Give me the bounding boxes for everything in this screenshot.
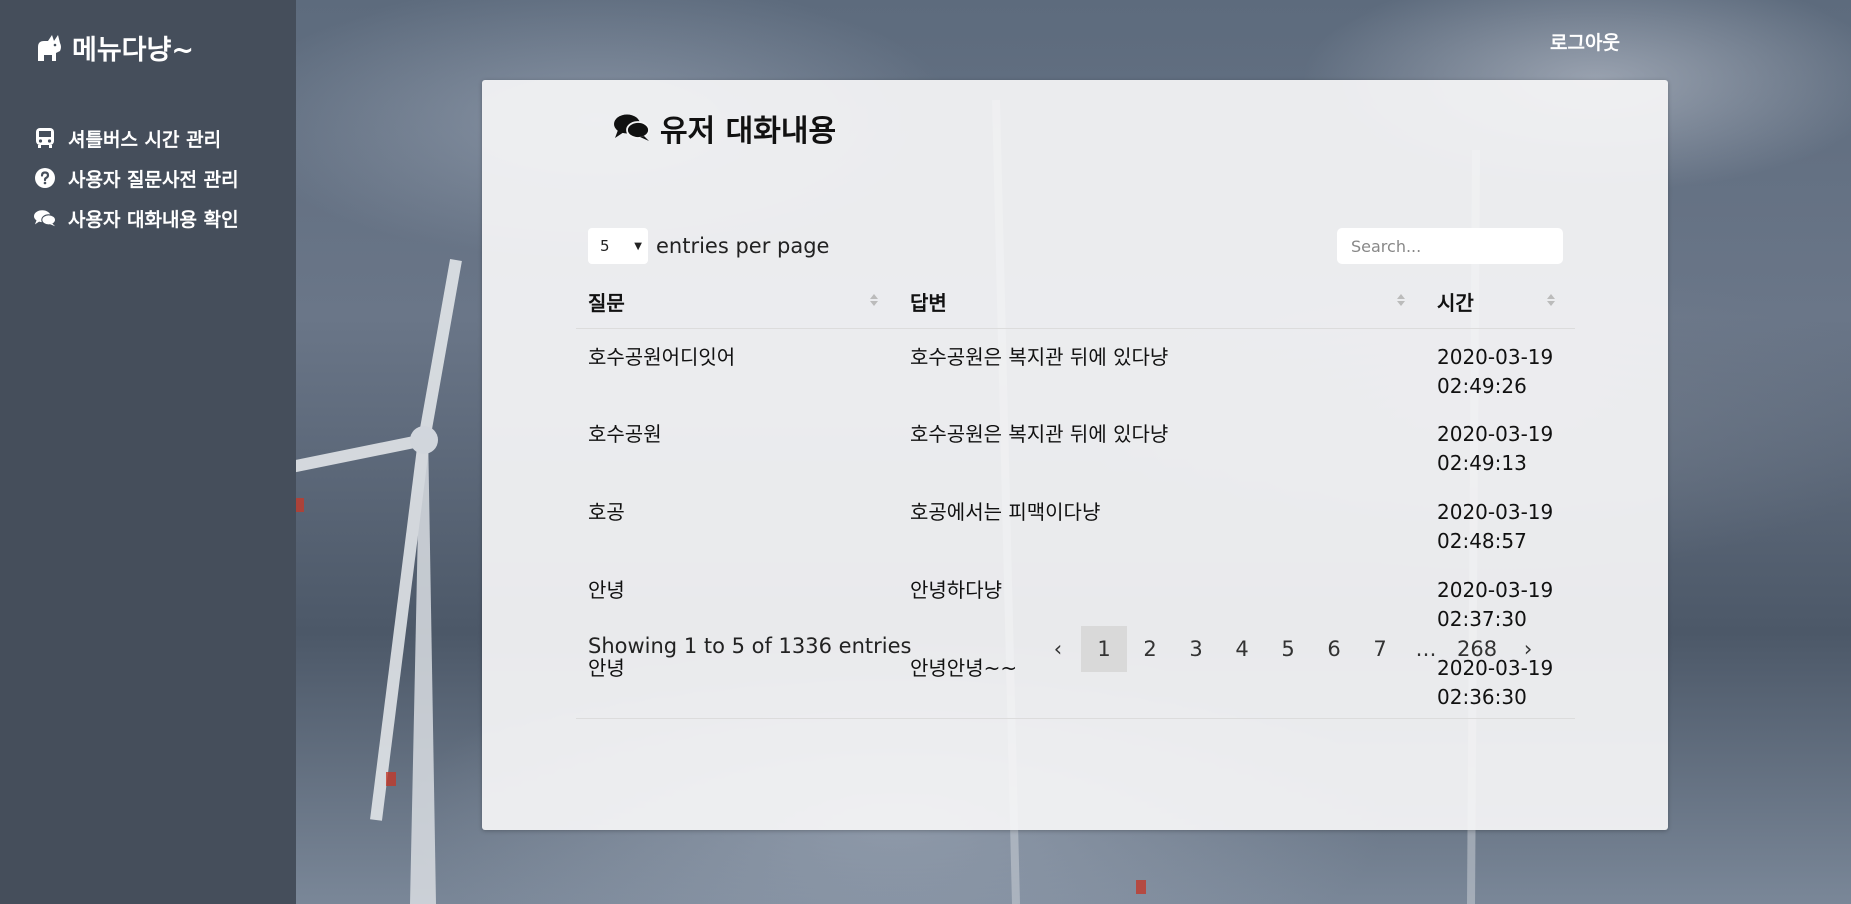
per-page-label: entries per page: [656, 234, 830, 258]
entries-info: Showing 1 to 5 of 1336 entries: [588, 634, 912, 658]
per-page-control: 5 ▼ entries per page: [588, 228, 829, 264]
column-header-label: 시간: [1437, 291, 1474, 316]
cell-clock: 02:49:13: [1437, 451, 1527, 475]
brand-name: 메뉴다냥~: [72, 35, 194, 66]
pagination-page-3[interactable]: 3: [1173, 626, 1219, 672]
cell-clock: 02:48:57: [1437, 529, 1527, 553]
cell-question: 호공: [588, 500, 625, 524]
column-header-time[interactable]: 시간: [1425, 276, 1575, 329]
cell-answer: 호수공원은 복지관 뒤에 있다냥: [910, 344, 1169, 369]
sidebar: 메뉴다냥~ 셔틀버스 시간 관리 사용자 질문사전 관리 사용자 대화내용 확인: [0, 0, 296, 904]
pagination-prev-button[interactable]: ‹: [1035, 626, 1081, 672]
sidebar-item-label: 사용자 질문사전 관리: [68, 168, 239, 191]
bus-icon: [34, 127, 56, 149]
cell-time: 2020-03-19 02:49:13: [1425, 406, 1575, 484]
cell-date: 2020-03-19: [1437, 422, 1554, 446]
sort-icon: [1397, 294, 1405, 306]
pagination-page-7[interactable]: 7: [1357, 626, 1403, 672]
cell-question: 호수공원어디잇어: [588, 344, 736, 369]
sort-icon: [1547, 294, 1555, 306]
sidebar-item-question-dictionary[interactable]: 사용자 질문사전 관리: [34, 158, 239, 198]
sidebar-item-label: 셔틀버스 시간 관리: [68, 128, 222, 151]
pagination-page-6[interactable]: 6: [1311, 626, 1357, 672]
search-input[interactable]: [1337, 228, 1563, 264]
pagination-ellipsis: …: [1415, 637, 1437, 661]
page-title: 유저 대화내용: [614, 106, 836, 150]
cell-time: 2020-03-19 02:48:57: [1425, 484, 1575, 562]
column-header-label: 질문: [588, 291, 625, 316]
page-title-text: 유저 대화내용: [660, 114, 837, 149]
pagination-page-4[interactable]: 4: [1219, 626, 1265, 672]
content-card: 유저 대화내용 5 ▼ entries per page 질문 답변 시간: [482, 80, 1668, 830]
column-header-answer[interactable]: 답변: [898, 276, 1425, 329]
sidebar-item-conversations[interactable]: 사용자 대화내용 확인: [34, 198, 239, 238]
logout-link[interactable]: 로그아웃: [1550, 28, 1620, 55]
per-page-value: 5: [600, 237, 610, 255]
sidebar-nav: 셔틀버스 시간 관리 사용자 질문사전 관리 사용자 대화내용 확인: [34, 118, 239, 238]
pagination-page-2[interactable]: 2: [1127, 626, 1173, 672]
cell-clock: 02:36:30: [1437, 685, 1527, 709]
cell-question: 호수공원: [588, 422, 662, 446]
question-circle-icon: [34, 167, 56, 189]
table-row: 호공 호공에서는 피맥이다냥 2020-03-19 02:48:57: [576, 484, 1575, 562]
table-row: 호수공원 호수공원은 복지관 뒤에 있다냥 2020-03-19 02:49:13: [576, 406, 1575, 484]
sidebar-item-shuttle-bus[interactable]: 셔틀버스 시간 관리: [34, 118, 239, 158]
cell-question: 안녕: [588, 578, 625, 602]
table-row: 호수공원어디잇어 호수공원은 복지관 뒤에 있다냥 2020-03-19 02:4…: [576, 328, 1575, 406]
cell-date: 2020-03-19: [1437, 578, 1554, 602]
cell-date: 2020-03-19: [1437, 500, 1554, 524]
pagination-page-5[interactable]: 5: [1265, 626, 1311, 672]
pagination: ‹ 1 2 3 4 5 6 7 … 268 ›: [1035, 626, 1551, 672]
sort-icon: [870, 294, 878, 306]
cat-icon: [38, 34, 61, 61]
brand-logo[interactable]: 메뉴다냥~: [34, 28, 194, 67]
sidebar-item-label: 사용자 대화내용 확인: [68, 208, 239, 231]
cell-time: 2020-03-19 02:49:26: [1425, 328, 1575, 406]
cell-date: 2020-03-19: [1437, 344, 1554, 369]
pagination-page-last[interactable]: 268: [1449, 626, 1505, 672]
cell-answer: 호수공원은 복지관 뒤에 있다냥: [910, 422, 1169, 446]
comments-icon: [34, 207, 56, 229]
caret-down-icon: ▼: [634, 240, 642, 252]
column-header-label: 답변: [910, 291, 947, 316]
comments-icon: [614, 114, 650, 141]
pagination-page-1[interactable]: 1: [1081, 626, 1127, 672]
cell-clock: 02:49:26: [1437, 373, 1527, 398]
pagination-next-button[interactable]: ›: [1505, 626, 1551, 672]
cell-answer: 호공에서는 피맥이다냥: [910, 500, 1101, 524]
column-header-question[interactable]: 질문: [576, 276, 898, 329]
per-page-select[interactable]: 5 ▼: [588, 228, 648, 264]
